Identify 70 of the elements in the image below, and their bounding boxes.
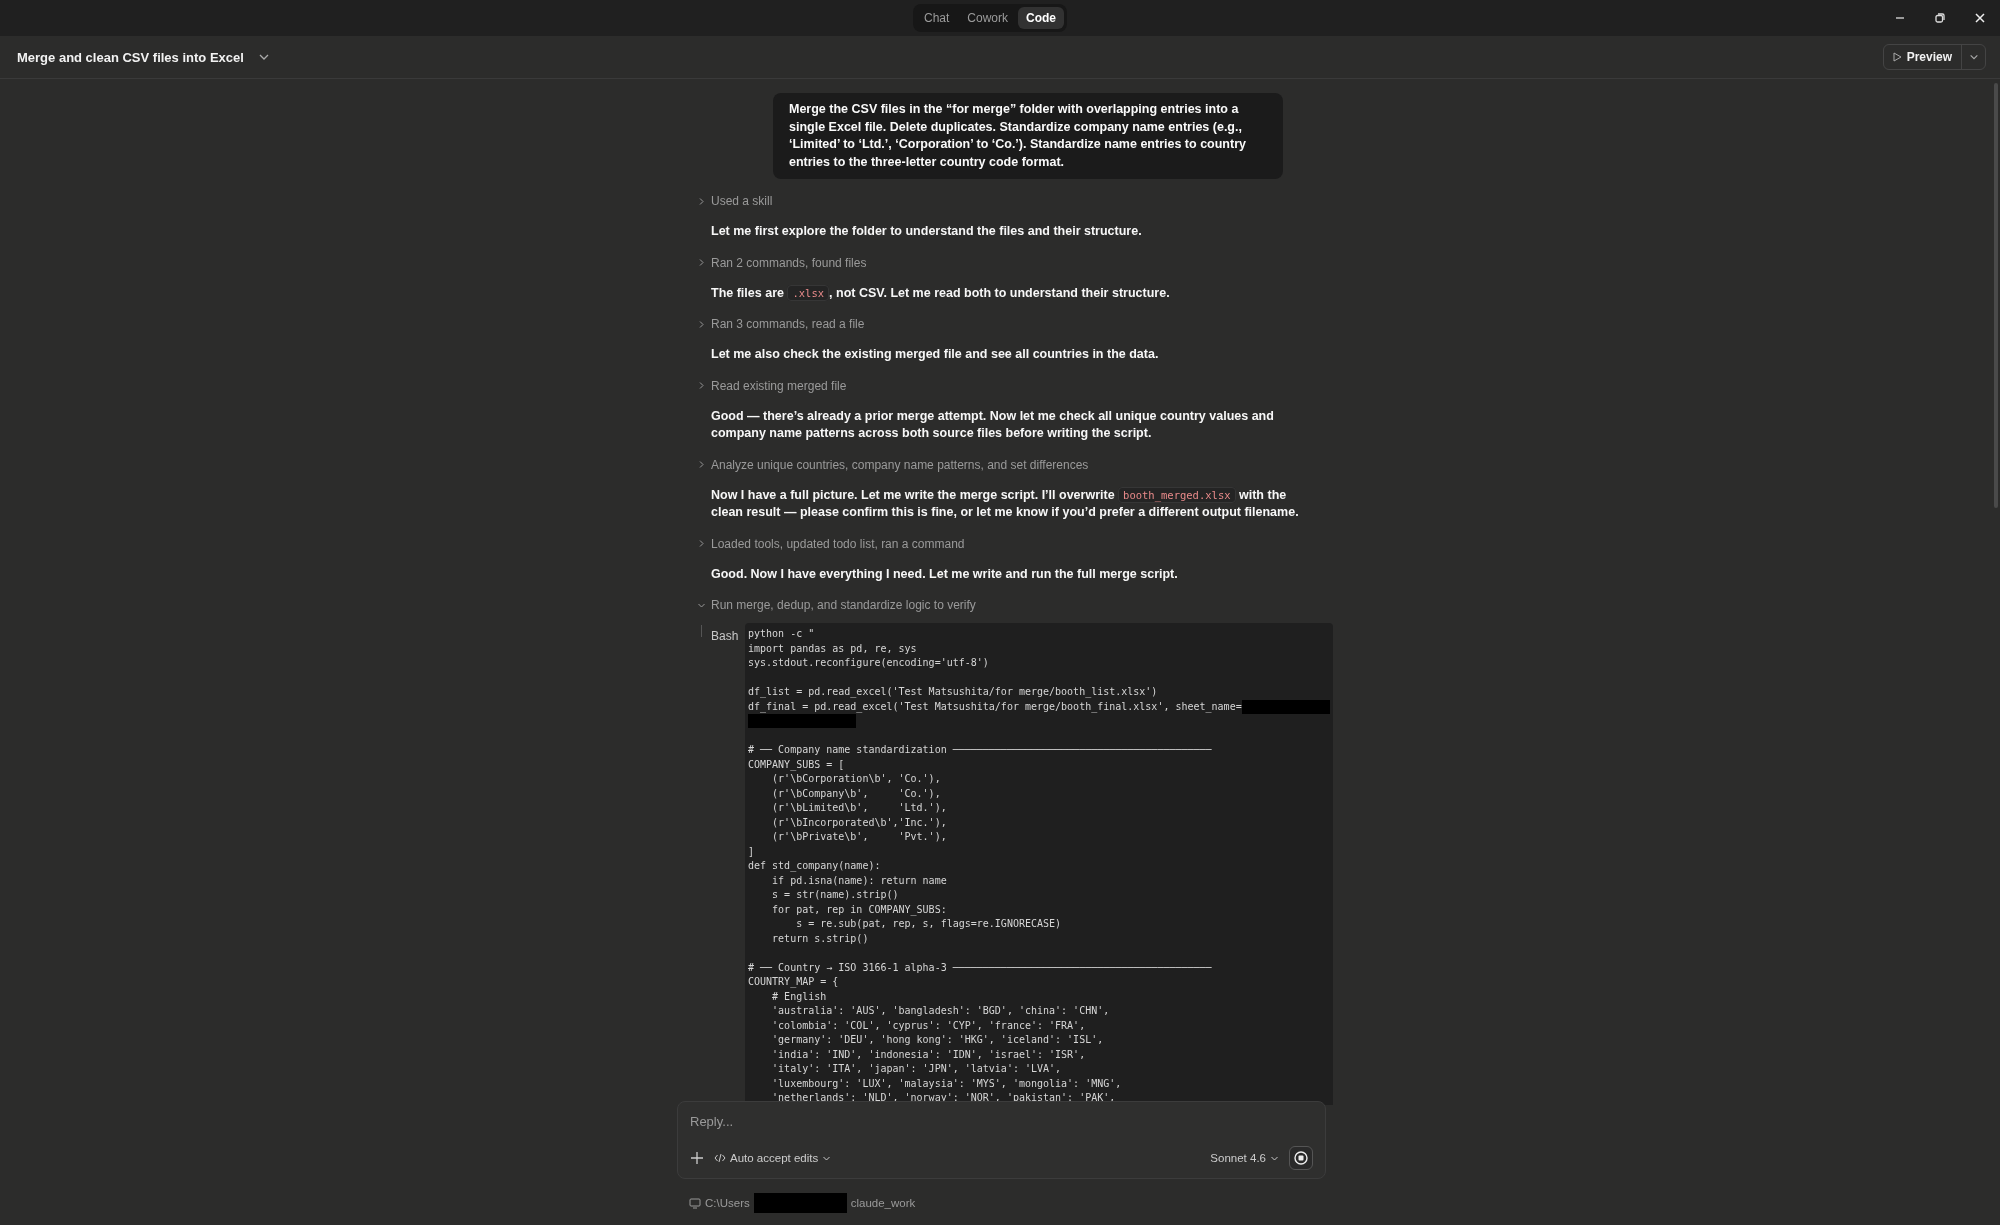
code-line: 'italy': 'ITA', 'japan': 'JPN', 'latvia': 'LVA', bbox=[771, 1062, 1062, 1076]
code-line: df_list = pd.read_excel('Test Matsushita/for merge/booth_list.xlsx') bbox=[748, 685, 1158, 700]
code-line: (r'\bCorporation\b', 'Co.'), bbox=[771, 772, 941, 786]
add-button[interactable] bbox=[690, 1151, 704, 1165]
code-line: if pd.isna(name): return name bbox=[771, 873, 947, 888]
code-line: (r'\bCompany\b', 'Co.'), bbox=[771, 786, 941, 801]
chevron-icon bbox=[697, 381, 706, 390]
code-line: 'australia': 'AUS', 'bangladesh': 'BGD', 'china': 'CHN', bbox=[771, 1004, 1110, 1018]
code-line: ] bbox=[748, 844, 755, 859]
monitor-icon bbox=[689, 1197, 701, 1209]
chevron-icon bbox=[697, 258, 706, 267]
folder-path: C:\Users bbox=[705, 1197, 750, 1209]
collapsible-step[interactable]: Ran 2 commands, found files bbox=[697, 254, 1303, 271]
folder-path: claude_work bbox=[850, 1197, 916, 1209]
code-line: python -c " bbox=[748, 627, 815, 641]
collapsible-step[interactable]: Read existing merged file bbox=[697, 377, 1303, 394]
code-line: 'india': 'IND', 'indonesia': 'IDN', 'israel': 'ISR', bbox=[771, 1047, 1086, 1062]
chevron-icon bbox=[697, 319, 706, 329]
inline-code: booth_merged.xlsx bbox=[1118, 486, 1236, 503]
tool-name: Bash bbox=[711, 628, 740, 645]
chevron-down-icon bbox=[1968, 52, 1979, 62]
stop-icon bbox=[1294, 1151, 1308, 1165]
code-line: s = str(name).strip() bbox=[771, 888, 899, 902]
message-text: Good. Now I have everything I need. Let me write and run the full merge script. bbox=[711, 565, 1179, 583]
mode-selector[interactable]: Auto accept edits bbox=[714, 1152, 832, 1164]
mode-tab[interactable]: Code bbox=[1018, 7, 1064, 29]
collapsible-step[interactable]: Run merge, dedup, and standardize logic to verify bbox=[697, 597, 1303, 613]
collapsible-step[interactable]: Ran 3 commands, read a file bbox=[697, 316, 1303, 332]
code-line: # ── Company name standardization ─────────────────────────────────────────── bbox=[748, 743, 1212, 757]
code-line: df_final = pd.read_excel('Test Matsushita/for merge/booth_final.xlsx', sheet_name= bbox=[748, 699, 1242, 714]
code-line: (r'\bLimited\b', 'Ltd.'), bbox=[771, 801, 947, 815]
code-line: 'colombia': 'COL', 'cyprus': 'CYP', 'france': 'FRA', bbox=[771, 1018, 1086, 1033]
preview-button[interactable]: Preview bbox=[1883, 45, 1961, 69]
message-text: Now I have a full picture. Let me write the merge script. I’ll overwrite booth_merged.xlsx with the clean result — please confirm this is fine, or let me know if you’d prefer a different output filename. bbox=[711, 486, 1300, 521]
code-line: COUNTRY_MAP = { bbox=[748, 975, 839, 990]
mode-tab[interactable]: Cowork bbox=[959, 7, 1016, 29]
chevron-icon bbox=[697, 196, 706, 206]
plus-icon bbox=[690, 1151, 704, 1165]
stop-button[interactable] bbox=[1289, 1146, 1313, 1170]
code-line: s = re.sub(pat, rep, s, flags=re.IGNORECASE) bbox=[795, 917, 1062, 931]
code-line: 'luxembourg': 'LUX', 'malaysia': 'MYS', 'mongolia': 'MNG', bbox=[771, 1076, 1122, 1091]
code-line: (r'\bPrivate\b', 'Pvt.'), bbox=[771, 830, 947, 844]
code-line: (r'\bIncorporated\b','Inc.'), bbox=[771, 815, 947, 830]
code-line: COMPANY_SUBS = [ bbox=[748, 757, 845, 772]
inline-code: .xlsx bbox=[787, 284, 830, 301]
code-line: # English bbox=[771, 989, 827, 1004]
code-line: # ── Country → ISO 3166-1 alpha-3 ─────────────────────────────────────────── bbox=[748, 960, 1212, 975]
code-line: sys.stdout.reconfigure(encoding='utf-8') bbox=[748, 656, 989, 670]
message-text: The files are .xlsx , not CSV. Let me read both to understand their structure. bbox=[711, 284, 1171, 302]
reply-input[interactable]: Reply... bbox=[690, 1114, 1313, 1129]
collapsible-step[interactable]: Used a skill bbox=[697, 193, 1303, 209]
code-line: 'netherlands': 'NLD', 'norway': 'NOR', 'pakistan': 'PAK', bbox=[771, 1091, 1116, 1105]
collapsible-step[interactable]: Loaded tools, updated todo list, ran a command bbox=[697, 535, 1303, 552]
code-line: import pandas as pd, re, sys bbox=[748, 641, 917, 656]
model-selector[interactable]: Sonnet 4.6 bbox=[1210, 1152, 1279, 1164]
code-icon bbox=[714, 1153, 726, 1163]
code-line: def std_company(name): bbox=[748, 859, 881, 874]
code-line: 'germany': 'DEU', 'hong kong': 'HKG', 'iceland': 'ISL', bbox=[771, 1033, 1104, 1047]
code-line: for pat, rep in COMPANY_SUBS: bbox=[771, 902, 947, 917]
chevron-icon bbox=[697, 460, 706, 469]
message-text: Let me first explore the folder to understand the files and their structure. bbox=[711, 223, 1143, 240]
collapsible-step[interactable]: Analyze unique countries, company name patterns, and set differences bbox=[697, 456, 1303, 473]
code-line: return s.strip() bbox=[771, 931, 869, 946]
mode-tab[interactable]: Chat bbox=[915, 7, 958, 29]
chevron-icon bbox=[697, 539, 706, 548]
conversation-title: Merge and clean CSV files into Excel bbox=[17, 49, 244, 65]
user-message: Merge the CSV files in the “for merge” folder with overlapping entries into a single Excel file. Delete duplicates. Standardize company name entries (e.g., ‘Limited’ to ‘Ltd.’, ‘Corporation’ to ‘Co.’). Standardize name entries to country entries to the three-letter country code format. bbox=[773, 93, 1283, 179]
message-text: Let me also check the existing merged file and see all countries in the data. bbox=[711, 346, 1160, 363]
message-text: Good — there’s already a prior merge attempt. Now let me check all unique country values and company name patterns across both source files before writing the script. bbox=[711, 407, 1275, 442]
play-icon bbox=[1892, 52, 1902, 62]
